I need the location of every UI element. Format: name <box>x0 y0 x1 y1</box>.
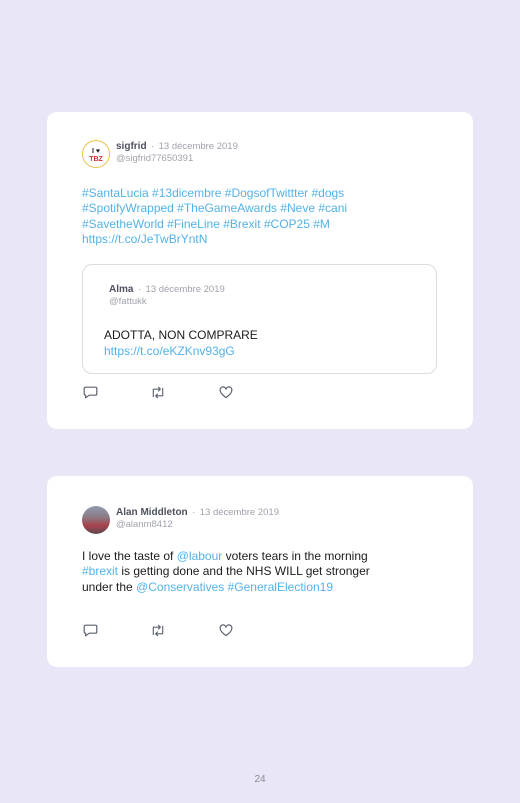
hashtag-line[interactable]: #SantaLucia #13dicembre #DogsofTwittter … <box>82 186 443 201</box>
tweet-actions <box>82 385 286 399</box>
quoted-date[interactable]: 13 décembre 2019 <box>146 284 225 295</box>
tweet-actions <box>82 623 286 637</box>
quoted-text: ADOTTA, NON COMPRARE https://t.co/eKZKnv… <box>104 327 258 359</box>
hashtag-brexit[interactable]: #brexit <box>82 564 118 578</box>
like-icon <box>219 385 233 398</box>
author-name[interactable]: sigfrid <box>116 141 147 152</box>
mention-labour[interactable]: @labour <box>177 549 223 563</box>
tweet-card: Alan Middleton · 13 décembre 2019 @alanm… <box>47 476 473 667</box>
text-segment: is getting done and the NHS WILL get str… <box>118 564 370 579</box>
reply-button[interactable] <box>82 385 98 399</box>
tweet-header: I ♥ TBZ sigfrid · 13 décembre 2019 @sigf… <box>82 139 238 168</box>
quoted-author-name[interactable]: Alma <box>109 284 133 295</box>
page-number: 24 <box>254 774 266 785</box>
tweet-link[interactable]: https://t.co/JeTwBrYntN <box>82 232 443 247</box>
tweet-header: Alan Middleton · 13 décembre 2019 @alanm… <box>82 505 279 534</box>
separator: · <box>137 284 142 295</box>
tweet-date[interactable]: 13 décembre 2019 <box>159 141 238 152</box>
text-segment: voters tears in the morning <box>222 549 368 563</box>
reply-icon <box>83 624 97 636</box>
like-button[interactable] <box>218 623 234 637</box>
mention-conservatives[interactable]: @Conservatives <box>136 580 224 594</box>
svg-text:I ♥: I ♥ <box>92 148 100 155</box>
tweet-text: #SantaLucia #13dicembre #DogsofTwittter … <box>82 186 443 247</box>
hashtag-line[interactable]: #SpotifyWrapped #TheGameAwards #Neve #ca… <box>82 201 443 216</box>
author-handle[interactable]: @alanm8412 <box>116 519 279 531</box>
svg-text:TBZ: TBZ <box>89 156 103 163</box>
tweet-text: I love the taste of @labour voters tears… <box>82 549 443 595</box>
quoted-body: ADOTTA, NON COMPRARE <box>104 328 258 342</box>
hashtag-line[interactable]: #SavetheWorld #FineLine #Brexit #COP25 #… <box>82 217 443 232</box>
author-handle[interactable]: @sigfrid77650391 <box>116 153 238 165</box>
hashtag-generalelection19[interactable]: #GeneralElection19 <box>228 580 333 594</box>
tweet-date[interactable]: 13 décembre 2019 <box>200 507 279 518</box>
separator: · <box>151 141 155 152</box>
quoted-header: Alma · 13 décembre 2019 @fattukk <box>109 282 225 308</box>
retweet-icon <box>152 624 164 636</box>
reply-icon <box>83 386 97 398</box>
like-icon <box>219 623 233 636</box>
tweet-card: I ♥ TBZ sigfrid · 13 décembre 2019 @sigf… <box>47 112 473 429</box>
tweet-line: #brexit is getting done and the NHS WILL… <box>82 564 443 579</box>
quoted-handle[interactable]: @fattukk <box>109 296 225 308</box>
like-button[interactable] <box>218 385 234 399</box>
avatar[interactable]: I ♥ TBZ <box>82 140 110 168</box>
quoted-tweet[interactable]: Alma · 13 décembre 2019 @fattukk ADOTTA,… <box>82 264 437 374</box>
separator: · <box>192 507 196 518</box>
reply-button[interactable] <box>82 623 98 637</box>
tweet-line: I love the taste of @labour voters tears… <box>82 549 443 564</box>
tweet-line: under the @Conservatives #GeneralElectio… <box>82 580 443 595</box>
avatar[interactable] <box>82 506 110 534</box>
retweet-button[interactable] <box>150 385 166 399</box>
retweet-icon <box>152 386 164 398</box>
text-segment: under the <box>82 579 137 594</box>
quoted-link[interactable]: https://t.co/eKZKnv93gG <box>104 343 258 359</box>
retweet-button[interactable] <box>150 623 166 637</box>
text-segment: I love the taste of <box>82 549 177 563</box>
author-name[interactable]: Alan Middleton <box>116 507 188 518</box>
